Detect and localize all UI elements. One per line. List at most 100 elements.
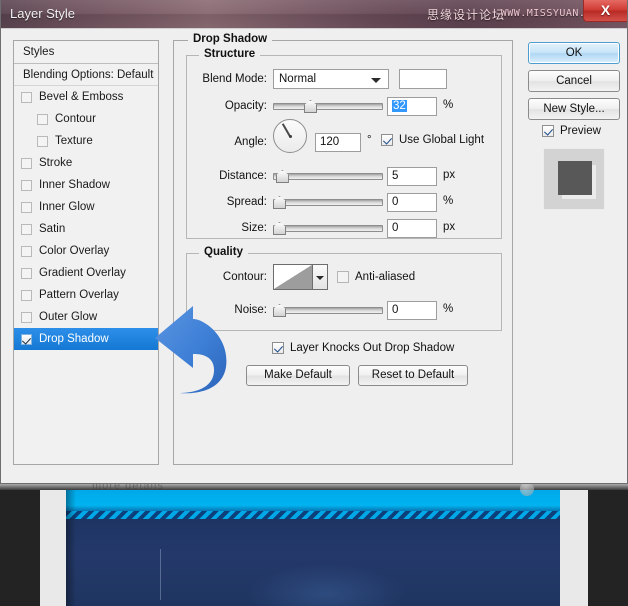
- checkbox-drop-shadow[interactable]: [21, 333, 32, 345]
- quality-group-title: Quality: [199, 246, 248, 258]
- sidebar-item-satin[interactable]: Satin: [14, 218, 158, 240]
- checkbox-texture[interactable]: [37, 135, 48, 147]
- distance-value: 5: [392, 170, 399, 182]
- cancel-button[interactable]: Cancel: [528, 70, 620, 92]
- shadow-color-swatch[interactable]: [399, 69, 447, 89]
- noise-slider-track: [273, 307, 383, 314]
- chevron-down-icon: [371, 78, 381, 83]
- sidebar-item-contour[interactable]: Contour: [14, 108, 158, 130]
- angle-label: Angle:: [234, 136, 267, 148]
- sidebar-item-pattern-overlay[interactable]: Pattern Overlay: [14, 284, 158, 306]
- size-value: 0: [392, 222, 399, 234]
- angle-value: 120: [320, 136, 340, 148]
- sidebar-item-label: Color Overlay: [39, 245, 110, 257]
- size-slider[interactable]: [273, 221, 383, 235]
- noise-input[interactable]: 0: [387, 301, 437, 320]
- checkbox-gradient-overlay[interactable]: [21, 267, 32, 279]
- checkbox-bevel-emboss[interactable]: [21, 91, 32, 103]
- checkbox-preview[interactable]: [542, 125, 554, 137]
- opacity-label: Opacity:: [224, 100, 267, 112]
- sidebar-item-label: Outer Glow: [39, 311, 98, 323]
- checkbox-pattern-overlay[interactable]: [21, 289, 32, 301]
- reset-to-default-button[interactable]: Reset to Default: [358, 365, 468, 386]
- checkbox-stroke[interactable]: [21, 157, 32, 169]
- sidebar-item-label: Inner Glow: [39, 201, 95, 213]
- distance-unit: px: [443, 169, 456, 181]
- contour-dropdown-icon[interactable]: [313, 264, 328, 290]
- opacity-slider[interactable]: [273, 99, 383, 113]
- artwork-glow: [246, 564, 406, 606]
- sidebar-item-label: Pattern Overlay: [39, 289, 119, 301]
- spread-unit: %: [443, 195, 454, 207]
- opacity-input[interactable]: 32: [387, 97, 437, 116]
- sidebar-item-color-overlay[interactable]: Color Overlay: [14, 240, 158, 262]
- blend-mode-label: Blend Mode:: [202, 73, 267, 85]
- size-label: Size:: [241, 222, 267, 234]
- styles-list-panel: Styles Blending Options: Default Bevel &…: [13, 40, 159, 465]
- group-title-drop-shadow: Drop Shadow: [188, 33, 273, 45]
- checkbox-inner-shadow[interactable]: [21, 179, 32, 191]
- size-input[interactable]: 0: [387, 219, 437, 238]
- sidebar-item-label: Inner Shadow: [39, 179, 110, 191]
- size-slider-thumb[interactable]: [273, 222, 286, 235]
- noise-unit: %: [443, 303, 454, 315]
- preview-checkbox[interactable]: Preview: [542, 125, 601, 137]
- workspace-right-gutter: [588, 484, 628, 606]
- distance-slider-thumb[interactable]: [275, 170, 289, 183]
- anti-aliased-checkbox[interactable]: Anti-aliased: [337, 271, 415, 283]
- dialog-titlebar[interactable]: Layer Style 思缘设计论坛 WWW.MISSYUAN.COM X: [1, 0, 627, 29]
- sidebar-item-inner-shadow[interactable]: Inner Shadow: [14, 174, 158, 196]
- preview-label: Preview: [560, 125, 601, 137]
- checkbox-contour[interactable]: [37, 113, 48, 125]
- use-global-light-checkbox[interactable]: Use Global Light: [381, 134, 484, 146]
- sidebar-item-blending-options[interactable]: Blending Options: Default: [14, 64, 158, 86]
- drop-shadow-settings-panel: Drop Shadow Structure Blend Mode: Normal…: [173, 33, 513, 465]
- layer-knocks-out-checkbox[interactable]: Layer Knocks Out Drop Shadow: [272, 342, 454, 354]
- sidebar-item-inner-glow[interactable]: Inner Glow: [14, 196, 158, 218]
- angle-dial[interactable]: [273, 119, 307, 153]
- checkbox-use-global-light[interactable]: [381, 134, 393, 146]
- opacity-slider-thumb[interactable]: [304, 100, 318, 113]
- checkbox-layer-knocks-out[interactable]: [272, 342, 284, 354]
- checkbox-color-overlay[interactable]: [21, 245, 32, 257]
- noise-slider-thumb[interactable]: [273, 304, 286, 317]
- checkbox-satin[interactable]: [21, 223, 32, 235]
- structure-group: Structure Blend Mode: Normal Opacity: 32…: [186, 48, 502, 239]
- sidebar-item-drop-shadow[interactable]: Drop Shadow: [14, 328, 158, 350]
- artwork-left-shade: [66, 489, 76, 606]
- sidebar-item-label: Stroke: [39, 157, 73, 169]
- distance-slider[interactable]: [273, 169, 383, 183]
- blend-mode-select[interactable]: Normal: [273, 69, 389, 89]
- sidebar-item-label: Texture: [55, 135, 93, 147]
- sidebar-item-gradient-overlay[interactable]: Gradient Overlay: [14, 262, 158, 284]
- spread-value: 0: [392, 196, 399, 208]
- artwork-divider-line: [160, 549, 161, 600]
- noise-slider[interactable]: [273, 303, 383, 317]
- spread-slider[interactable]: [273, 195, 383, 209]
- blend-mode-value: Normal: [279, 73, 317, 85]
- close-icon[interactable]: X: [583, 0, 627, 22]
- checkbox-outer-glow[interactable]: [21, 311, 32, 323]
- distance-input[interactable]: 5: [387, 167, 437, 186]
- sidebar-item-label: Bevel & Emboss: [39, 91, 124, 103]
- sidebar-item-outer-glow[interactable]: Outer Glow: [14, 306, 158, 328]
- angle-input[interactable]: 120: [315, 133, 361, 152]
- spread-input[interactable]: 0: [387, 193, 437, 212]
- checkbox-inner-glow[interactable]: [21, 201, 32, 213]
- document-window-control-icon: [520, 482, 534, 496]
- spread-slider-thumb[interactable]: [273, 196, 286, 209]
- sidebar-item-texture[interactable]: Texture: [14, 130, 158, 152]
- contour-curve-icon: [274, 265, 312, 289]
- opacity-value: 32: [392, 100, 407, 112]
- sidebar-item-label: Contour: [55, 113, 96, 125]
- styles-list-header: Styles: [14, 41, 158, 64]
- new-style-button[interactable]: New Style...: [528, 98, 620, 120]
- checkbox-anti-aliased[interactable]: [337, 271, 349, 283]
- screen-root: more details Layer Style 思缘设计论坛 WWW.MISS…: [0, 0, 628, 606]
- sidebar-item-bevel-emboss[interactable]: Bevel & Emboss: [14, 86, 158, 108]
- contour-preview[interactable]: [273, 264, 313, 290]
- style-preview-swatch: [558, 161, 592, 195]
- ok-button[interactable]: OK: [528, 42, 620, 64]
- sidebar-item-stroke[interactable]: Stroke: [14, 152, 158, 174]
- make-default-button[interactable]: Make Default: [246, 365, 350, 386]
